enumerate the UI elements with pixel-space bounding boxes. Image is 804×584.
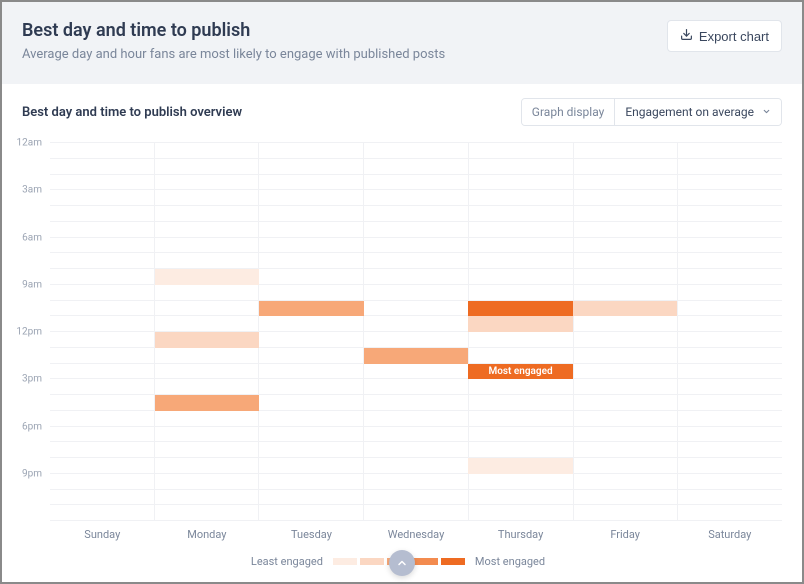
download-icon [680,28,693,44]
legend-segment [441,558,465,565]
graph-display-label: Graph display [522,99,616,125]
heatmap-cell[interactable] [155,269,260,285]
y-tick-label: 3am [22,185,42,196]
heatmap-chart: 12am3am6am9am12pm3pm6pm9pm Most engaged … [2,136,802,568]
legend-high-label: Most engaged [475,555,545,568]
chevron-up-icon [396,554,408,573]
day-column [259,143,364,520]
heatmap-cell[interactable] [573,301,678,317]
legend-segment [333,558,357,565]
heatmap-cell[interactable] [155,332,260,348]
y-tick-label: 6pm [22,421,42,432]
y-tick-label: 9am [22,279,42,290]
page-title: Best day and time to publish [22,20,445,41]
x-tick-label: Tuesday [259,520,364,541]
section-title: Best day and time to publish overview [22,105,242,120]
y-tick-label: 12pm [16,327,42,338]
heatmap-cell[interactable] [468,316,573,332]
header-text: Best day and time to publish Average day… [22,20,445,62]
y-tick-label: 9pm [22,468,42,479]
heatmap-cell[interactable] [468,458,573,474]
heatmap-cell[interactable]: Most engaged [468,364,573,380]
scroll-to-top-button[interactable] [389,550,415,576]
x-tick-label: Friday [573,520,678,541]
x-tick-label: Monday [155,520,260,541]
graph-display-value: Engagement on average [625,105,754,119]
page-header: Best day and time to publish Average day… [2,2,802,84]
heatmap-cell[interactable] [155,395,260,411]
day-column [50,143,155,520]
heatmap-cell[interactable] [364,348,469,364]
legend-low-label: Least engaged [251,555,323,568]
y-tick-label: 12am [17,138,42,149]
graph-display-select[interactable]: Engagement on average [615,99,781,125]
subheader: Best day and time to publish overview Gr… [2,84,802,136]
x-tick-label: Saturday [677,520,782,541]
x-tick-label: Sunday [50,520,155,541]
legend-segment [414,558,438,565]
chevron-down-icon [762,105,771,119]
heatmap-cell[interactable] [259,301,364,317]
y-tick-label: 6am [22,232,42,243]
heatmap-cell[interactable] [468,301,573,317]
y-tick-label: 3pm [22,374,42,385]
y-axis: 12am3am6am9am12pm3pm6pm9pm [14,143,44,520]
export-chart-button[interactable]: Export chart [667,20,782,52]
legend-segment [360,558,384,565]
page-subtitle: Average day and hour fans are most likel… [22,47,445,62]
peak-label: Most engaged [468,364,573,380]
day-column [678,143,782,520]
day-column [574,143,679,520]
day-column [364,143,469,520]
chart-grid: 12am3am6am9am12pm3pm6pm9pm Most engaged [50,142,782,520]
graph-display-control: Graph display Engagement on average [521,98,782,126]
x-tick-label: Wednesday [364,520,469,541]
export-chart-label: Export chart [699,29,769,44]
x-tick-label: Thursday [468,520,573,541]
x-axis: SundayMondayTuesdayWednesdayThursdayFrid… [50,520,782,541]
